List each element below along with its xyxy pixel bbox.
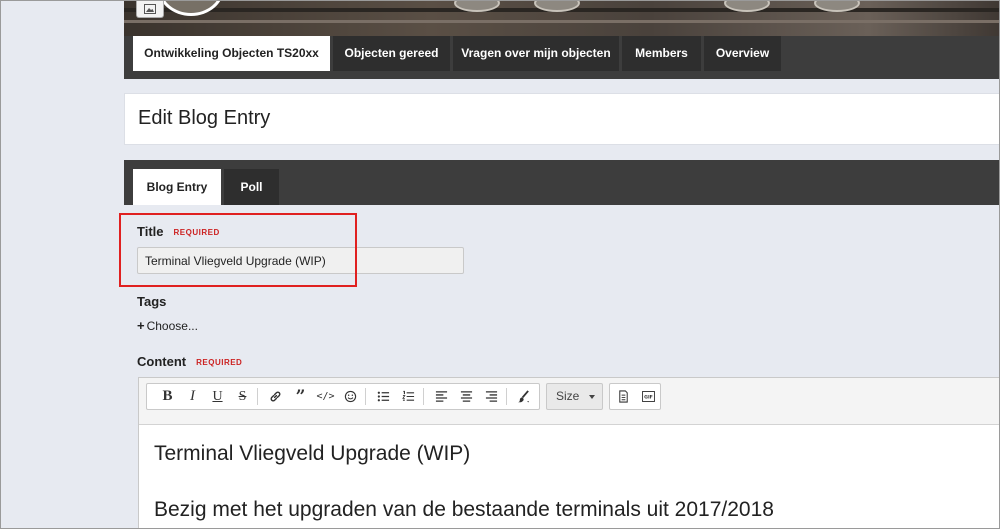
quote-icon[interactable]: ” xyxy=(288,384,313,409)
content-line-1[interactable]: Terminal Vliegveld Upgrade (WIP) xyxy=(154,442,470,466)
club-cover-photo xyxy=(124,0,1000,36)
italic-icon[interactable]: I xyxy=(180,384,205,409)
svg-text:GIF: GIF xyxy=(644,395,653,401)
page-header: Edit Blog Entry xyxy=(124,93,1000,145)
font-size-dropdown[interactable]: Size xyxy=(546,383,603,410)
align-right-icon[interactable] xyxy=(479,384,504,409)
editor-toolbar: B I U S ” </> Size GIF xyxy=(139,378,999,425)
tab-overview[interactable]: Overview xyxy=(704,36,781,71)
emoji-icon[interactable] xyxy=(338,384,363,409)
code-icon[interactable]: </> xyxy=(313,384,338,409)
tags-choose-button[interactable]: + Choose... xyxy=(137,318,198,333)
plus-icon: + xyxy=(137,318,145,333)
source-icon[interactable] xyxy=(611,384,636,409)
chevron-down-icon xyxy=(589,395,595,399)
gif-icon[interactable]: GIF xyxy=(636,384,661,409)
content-label: Content REQUIRED xyxy=(137,354,243,369)
text-color-icon[interactable] xyxy=(511,384,536,409)
link-icon[interactable] xyxy=(263,384,288,409)
content-required-badge: REQUIRED xyxy=(196,358,243,367)
highlight-box xyxy=(119,213,357,287)
strikethrough-icon[interactable]: S xyxy=(230,384,255,409)
tab-poll[interactable]: Poll xyxy=(224,169,279,205)
page-title: Edit Blog Entry xyxy=(138,107,271,129)
form-tabs: Blog Entry Poll xyxy=(124,160,1000,205)
tab-ontwikkeling-objecten[interactable]: Ontwikkeling Objecten TS20xx xyxy=(133,36,330,71)
extras-toolbar-group: GIF xyxy=(609,383,661,410)
club-navigation: Ontwikkeling Objecten TS20xx Objecten ge… xyxy=(124,36,1000,79)
tab-members[interactable]: Members xyxy=(622,36,701,71)
bulleted-list-icon[interactable] xyxy=(371,384,396,409)
align-center-icon[interactable] xyxy=(454,384,479,409)
tags-label: Tags xyxy=(137,294,167,309)
rich-text-editor: B I U S ” </> Size GIF Terminal Vliegvel… xyxy=(138,377,1000,529)
underline-icon[interactable]: U xyxy=(205,384,230,409)
cover-photo-button[interactable] xyxy=(136,0,164,18)
tab-objecten-gereed[interactable]: Objecten gereed xyxy=(333,36,450,71)
bold-icon[interactable]: B xyxy=(155,384,180,409)
image-icon xyxy=(144,3,156,14)
formatting-toolbar-group: B I U S ” </> xyxy=(146,383,540,410)
tab-vragen-over-mijn-objecten[interactable]: Vragen over mijn objecten xyxy=(453,36,619,71)
content-line-2[interactable]: Bezig met het upgraden van de bestaande … xyxy=(154,498,774,522)
numbered-list-icon[interactable] xyxy=(396,384,421,409)
tab-blog-entry[interactable]: Blog Entry xyxy=(133,169,221,205)
align-left-icon[interactable] xyxy=(429,384,454,409)
